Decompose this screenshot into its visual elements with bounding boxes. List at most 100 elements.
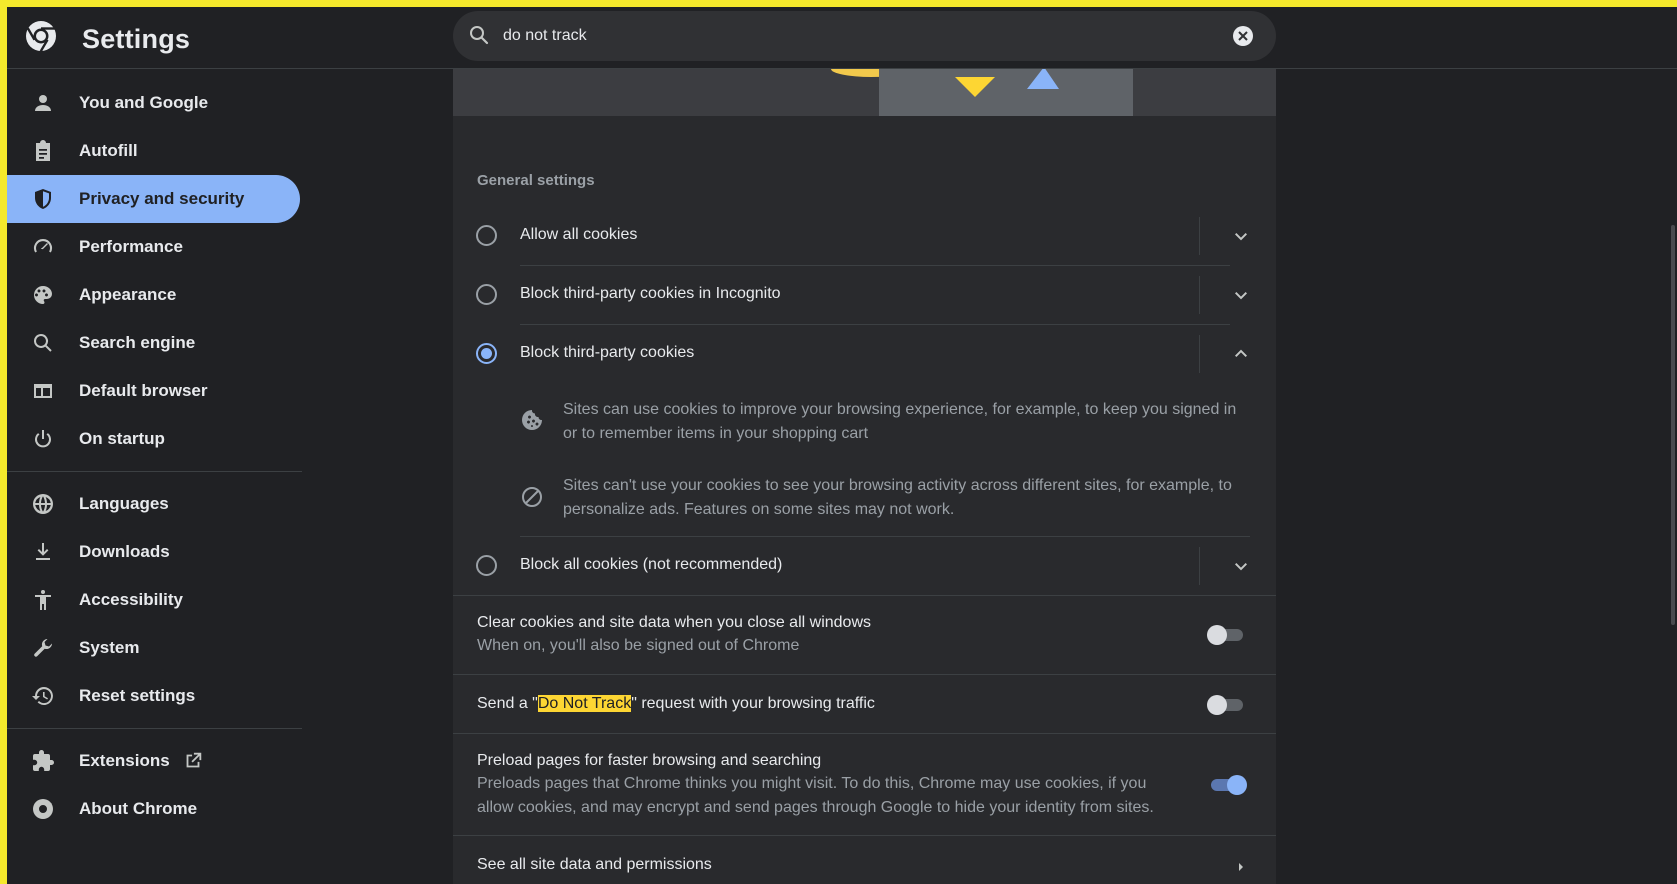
cookie-option-block-incognito[interactable]: Block third-party cookies in Incognito (453, 266, 1276, 324)
sidebar-item-label: Search engine (79, 333, 196, 352)
open-in-new-icon (186, 752, 202, 768)
sidebar-item-label: Appearance (79, 285, 177, 304)
cookie-option-block-all[interactable]: Block all cookies (not recommended) (453, 537, 1276, 595)
palette-icon (31, 283, 55, 307)
cookie-icon (522, 410, 542, 430)
setting-subtitle: Preloads pages that Chrome thinks you mi… (477, 775, 1154, 816)
sidebar-item-autofill[interactable]: Autofill (7, 127, 300, 175)
globe-icon (31, 492, 55, 516)
search-icon (470, 26, 489, 45)
history-icon (31, 684, 55, 708)
sidebar-item-default-browser[interactable]: Default browser (7, 367, 300, 415)
radio-label: Block all cookies (not recommended) (520, 556, 783, 573)
detail-text: Sites can't use your cookies to see your… (563, 477, 1232, 518)
divider (1199, 547, 1200, 585)
radio-block-third-party-cookies[interactable] (476, 343, 497, 364)
speedometer-icon (31, 235, 55, 259)
preload-pages-row[interactable]: Preload pages for faster browsing and se… (453, 734, 1276, 834)
power-icon (31, 427, 55, 451)
divider (1199, 276, 1200, 314)
preload-pages-toggle[interactable] (1209, 773, 1247, 795)
radio-label: Block third-party cookies (520, 344, 695, 361)
chrome-logo-icon (26, 21, 56, 52)
section-title: General settings (477, 172, 595, 189)
sidebar-item-search-engine[interactable]: Search engine (7, 319, 300, 367)
block-icon (522, 487, 542, 507)
dnt-suffix: " request with your browsing traffic (631, 695, 875, 712)
chevron-down-icon[interactable] (1229, 224, 1253, 248)
cookie-option-allow-all[interactable]: Allow all cookies (453, 207, 1276, 265)
puzzle-icon (31, 749, 55, 773)
dnt-prefix: Send a " (477, 695, 538, 712)
sidebar-item-performance[interactable]: Performance (7, 223, 300, 271)
radio-label: Allow all cookies (520, 226, 638, 243)
sidebar-item-you-and-google[interactable]: You and Google (7, 79, 300, 127)
settings-app: Settings You and Google (7, 7, 1677, 884)
sidebar-divider (7, 471, 302, 472)
chevron-right-icon (1239, 863, 1243, 871)
privacy-settings-card: General settings Allow all cookies Block… (453, 69, 1276, 884)
sidebar-item-label: Languages (79, 494, 169, 513)
sidebar-item-system[interactable]: System (7, 624, 300, 672)
chrome-icon (31, 797, 55, 821)
sidebar-item-accessibility[interactable]: Accessibility (7, 576, 300, 624)
sidebar-item-privacy-and-security[interactable]: Privacy and security (7, 175, 300, 223)
sidebar-item-label: Performance (79, 237, 183, 256)
sidebar-item-label: Extensions (79, 751, 170, 770)
scrollbar[interactable] (1671, 225, 1675, 625)
sidebar-item-label: Default browser (79, 381, 208, 400)
search-bar[interactable] (453, 11, 1276, 61)
sidebar-item-label: Privacy and security (79, 189, 245, 208)
sidebar-divider (7, 728, 302, 729)
link-label: See all site data and permissions (477, 856, 712, 873)
chevron-up-icon[interactable] (1229, 342, 1253, 366)
sidebar-item-downloads[interactable]: Downloads (7, 528, 300, 576)
sidebar-item-on-startup[interactable]: On startup (7, 415, 300, 463)
setting-title: Preload pages for faster browsing and se… (477, 752, 822, 769)
do-not-track-row[interactable]: Send a "Do Not Track" request with your … (453, 675, 1276, 733)
detail-text: Sites can use cookies to improve your br… (563, 401, 1237, 442)
clear-cookies-on-exit-row[interactable]: Clear cookies and site data when you clo… (453, 596, 1276, 674)
do-not-track-toggle[interactable] (1207, 693, 1245, 715)
sidebar-item-label: System (79, 638, 140, 657)
chevron-down-icon[interactable] (1229, 554, 1253, 578)
search-input[interactable] (503, 22, 1203, 50)
radio-block-all-cookies[interactable] (476, 555, 497, 576)
chevron-down-icon[interactable] (1229, 283, 1253, 307)
setting-subtitle: When on, you'll also be signed out of Ch… (477, 637, 800, 654)
clear-search-icon[interactable] (1231, 24, 1255, 48)
wrench-icon (31, 636, 55, 660)
divider (1199, 217, 1200, 255)
person-icon (31, 91, 55, 115)
sidebar-item-label: Reset settings (79, 686, 196, 705)
clipboard-icon (31, 139, 55, 163)
sidebar-item-appearance[interactable]: Appearance (7, 271, 300, 319)
shield-icon (31, 187, 55, 211)
search-icon (31, 331, 55, 355)
search-highlight: Do Not Track (537, 695, 632, 712)
header: Settings (7, 7, 1677, 69)
sidebar-item-extensions[interactable]: Extensions (7, 737, 300, 785)
download-icon (31, 540, 55, 564)
sidebar: You and Google Autofill Privacy and secu… (7, 69, 307, 884)
browser-window-icon (31, 379, 55, 403)
sidebar-item-label: You and Google (79, 93, 209, 112)
sidebar-item-reset-settings[interactable]: Reset settings (7, 672, 300, 720)
radio-label: Block third-party cookies in Incognito (520, 285, 781, 302)
sidebar-item-label: About Chrome (79, 799, 198, 818)
sidebar-item-about-chrome[interactable]: About Chrome (7, 785, 300, 833)
divider (1199, 335, 1200, 373)
cookies-illustration (453, 69, 1276, 116)
site-data-permissions-link[interactable]: See all site data and permissions (453, 836, 1276, 884)
clear-cookies-toggle[interactable] (1207, 623, 1245, 645)
sidebar-item-label: Downloads (79, 542, 170, 561)
setting-title: Send a "Do Not Track" request with your … (477, 695, 875, 713)
sidebar-item-label: Autofill (79, 141, 138, 160)
setting-title: Clear cookies and site data when you clo… (477, 614, 871, 631)
sidebar-item-languages[interactable]: Languages (7, 480, 300, 528)
cookie-option-block-third-party[interactable]: Block third-party cookies (453, 325, 1276, 383)
sidebar-item-label: Accessibility (79, 590, 183, 609)
radio-allow-all-cookies[interactable] (476, 225, 497, 246)
sidebar-item-label: On startup (79, 429, 165, 448)
radio-block-third-party-incognito[interactable] (476, 284, 497, 305)
